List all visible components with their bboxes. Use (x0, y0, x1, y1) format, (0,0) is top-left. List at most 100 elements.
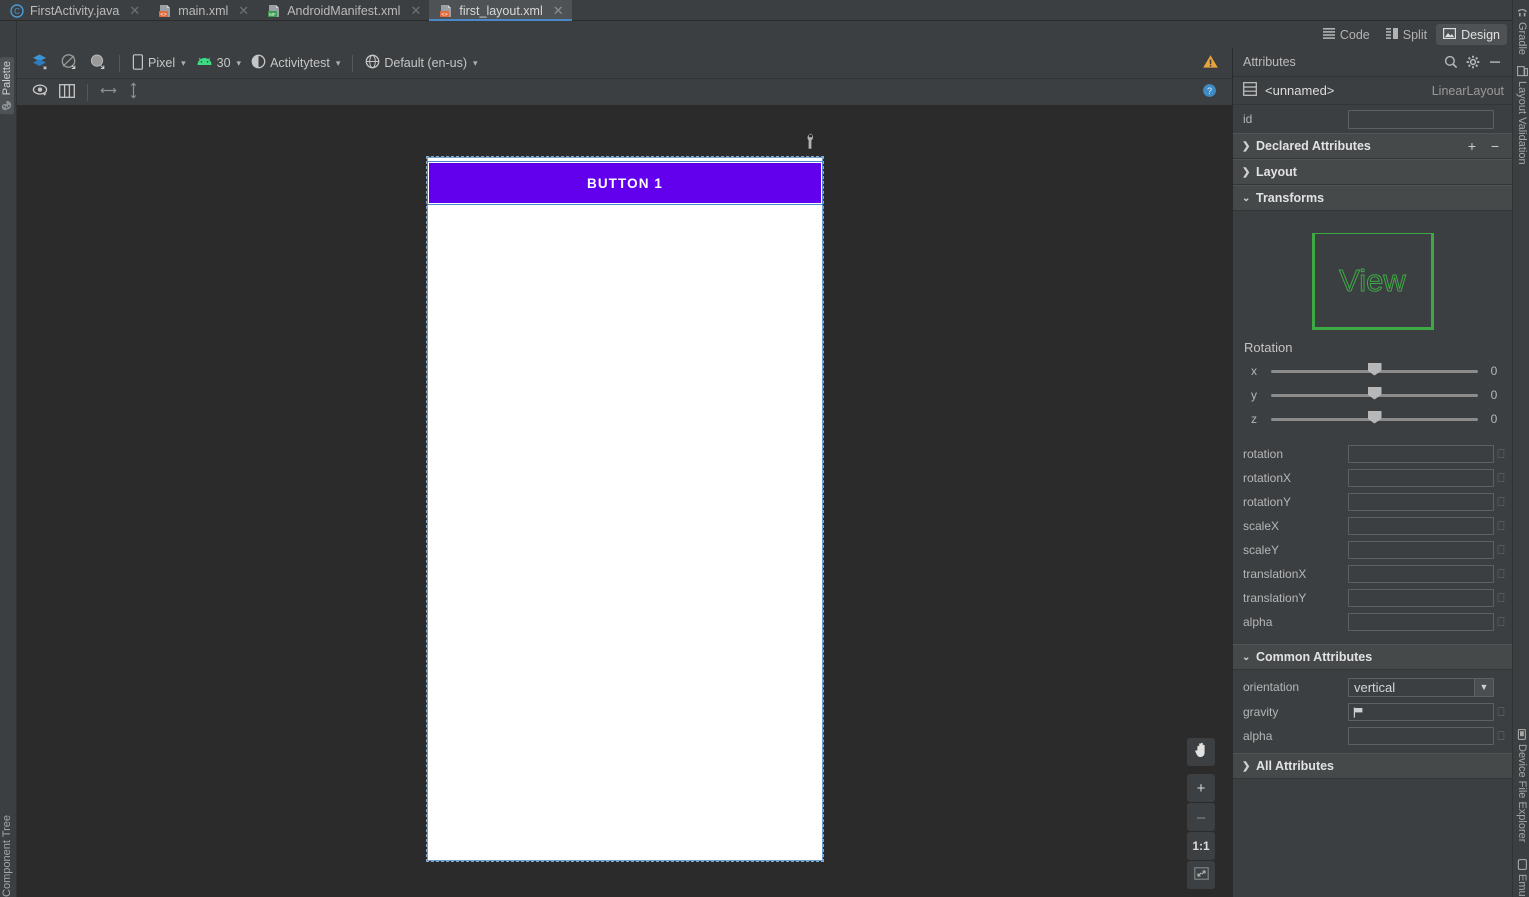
resource-picker-icon[interactable]: ⎕ (1494, 495, 1508, 510)
design-surface-mode-button[interactable] (25, 52, 54, 74)
zoom-to-fit-button[interactable] (1187, 861, 1215, 889)
fit-screen-icon (1193, 866, 1209, 884)
zoom-in-button[interactable]: + (1187, 774, 1215, 802)
sidebar-item-label: Component Tree (1, 815, 13, 897)
close-icon[interactable]: ✕ (410, 4, 421, 17)
attribute-row-translationx: translationX ⎕ (1233, 562, 1512, 586)
editor-tab-androidmanifest-xml[interactable]: MF AndroidManifest.xml ✕ (257, 0, 429, 21)
attribute-input[interactable] (1348, 493, 1494, 511)
chevron-down-icon[interactable]: ▼ (1474, 678, 1493, 696)
view-mode-split[interactable]: Split (1379, 24, 1434, 45)
resource-picker-icon[interactable]: ⎕ (1494, 471, 1508, 486)
section-transforms[interactable]: ⌄ Transforms (1233, 185, 1512, 211)
attribute-row-alpha-transform: alpha ⎕ (1233, 610, 1512, 634)
editor-tab-main-xml[interactable]: <> main.xml ✕ (148, 0, 257, 21)
attribute-input[interactable] (1348, 565, 1494, 583)
transform-preview[interactable]: View (1233, 221, 1512, 334)
section-all-attributes[interactable]: ❯ All Attributes (1233, 753, 1512, 779)
close-icon[interactable]: ✕ (129, 4, 140, 17)
wrench-icon[interactable] (803, 133, 816, 155)
resource-picker-icon[interactable]: ⎕ (1494, 543, 1508, 558)
orientation-mode-button[interactable] (54, 52, 83, 74)
slider-thumb[interactable] (1367, 410, 1382, 424)
resource-picker-icon[interactable]: ⎕ (1494, 567, 1508, 582)
editor-tab-first-layout-xml[interactable]: <> first_layout.xml ✕ (429, 0, 572, 21)
sidebar-item-component-tree[interactable]: Component Tree (0, 811, 14, 897)
attribute-input[interactable] (1348, 589, 1494, 607)
rotation-slider-x[interactable]: x 0 (1233, 359, 1512, 383)
orientation-select[interactable]: vertical ▼ (1348, 677, 1494, 697)
sidebar-item-layout-validation[interactable]: Layout Validation (1515, 62, 1529, 169)
view-options-button[interactable] (27, 81, 54, 103)
vertical-constraint-button[interactable] (122, 81, 145, 103)
zoom-controls: + – 1:1 (1187, 738, 1215, 889)
theme-selector-button[interactable] (83, 52, 112, 74)
issue-warning-button[interactable] (1197, 52, 1224, 74)
slider-track[interactable] (1271, 386, 1478, 400)
slider-track[interactable] (1271, 410, 1478, 424)
section-declared-attributes[interactable]: ❯ Declared Attributes + − (1233, 133, 1512, 159)
editor-tab-firstactivity-java[interactable]: C FirstActivity.java ✕ (0, 0, 148, 21)
attribute-label: translationX (1243, 567, 1307, 581)
attribute-row-rotationx: rotationX ⎕ (1233, 466, 1512, 490)
rotation-slider-z[interactable]: z 0 (1233, 407, 1512, 431)
sidebar-item-label: Emu (1516, 874, 1528, 897)
selected-component-name: <unnamed> (1265, 83, 1335, 98)
gravity-input[interactable] (1348, 703, 1494, 721)
alpha-input[interactable] (1348, 727, 1494, 745)
phone-icon (132, 53, 144, 73)
gear-icon[interactable] (1462, 51, 1484, 73)
axis-label: y (1251, 388, 1257, 402)
sidebar-item-device-file-explorer[interactable]: Device File Explorer (1515, 725, 1529, 846)
view-mode-design[interactable]: Design (1436, 24, 1507, 45)
close-icon[interactable]: ✕ (553, 4, 564, 17)
attribute-row-scalex: scaleX ⎕ (1233, 514, 1512, 538)
zoom-out-button[interactable]: – (1187, 803, 1215, 831)
attribute-input[interactable] (1348, 469, 1494, 487)
device-selector[interactable]: Pixel ▾ (127, 52, 191, 74)
rotation-slider-y[interactable]: y 0 (1233, 383, 1512, 407)
attribute-input[interactable] (1348, 541, 1494, 559)
attribute-input[interactable] (1348, 445, 1494, 463)
resource-picker-icon[interactable]: ⎕ (1494, 615, 1508, 630)
sidebar-item-label: Palette (1, 61, 13, 96)
actual-size-button[interactable]: 1:1 (1187, 832, 1215, 860)
section-common-attributes[interactable]: ⌄ Common Attributes (1233, 644, 1512, 670)
remove-attribute-button[interactable]: − (1486, 138, 1504, 154)
search-icon[interactable] (1440, 51, 1462, 73)
resource-picker-icon[interactable]: ⎕ (1494, 729, 1508, 744)
selected-component-row[interactable]: <unnamed> LinearLayout (1233, 77, 1512, 105)
minimize-icon[interactable] (1484, 51, 1506, 73)
help-button[interactable]: ? (1197, 81, 1222, 103)
attribute-input[interactable] (1348, 517, 1494, 535)
section-layout[interactable]: ❯ Layout (1233, 159, 1512, 185)
slider-thumb[interactable] (1367, 362, 1382, 376)
resource-picker-icon[interactable]: ⎕ (1494, 519, 1508, 534)
slider-track[interactable] (1271, 362, 1478, 376)
slider-value: 0 (1490, 388, 1498, 402)
api-level-selector[interactable]: 30 ▾ (191, 52, 246, 74)
device-preview[interactable]: BUTTON 1 (427, 157, 823, 861)
view-mode-code[interactable]: Code (1316, 24, 1377, 45)
blueprint-columns-button[interactable] (54, 81, 80, 103)
resource-picker-icon[interactable]: ⎕ (1494, 591, 1508, 606)
close-icon[interactable]: ✕ (238, 4, 249, 17)
theme-selector-dropdown[interactable]: Activitytest ▾ (246, 52, 345, 74)
attribute-label: translationY (1243, 591, 1307, 605)
resource-picker-icon[interactable]: ⎕ (1494, 705, 1508, 720)
add-attribute-button[interactable]: + (1463, 138, 1481, 154)
arrows-vertical-icon (127, 82, 140, 102)
slider-thumb[interactable] (1367, 386, 1382, 400)
id-input[interactable] (1348, 109, 1494, 129)
resource-picker-icon[interactable]: ⎕ (1494, 447, 1508, 462)
design-image-icon (1443, 27, 1457, 42)
preview-button-1[interactable]: BUTTON 1 (429, 163, 821, 203)
locale-selector[interactable]: Default (en-us) ▾ (360, 52, 482, 74)
design-surface[interactable]: BUTTON 1 + – 1:1 (17, 106, 1232, 897)
attribute-input[interactable] (1348, 613, 1494, 631)
sidebar-item-emulator[interactable]: Emu (1515, 855, 1529, 897)
sidebar-item-gradle[interactable]: Gradle (1515, 3, 1529, 59)
sidebar-item-palette[interactable]: Palette (0, 57, 14, 115)
pan-tool-button[interactable] (1187, 738, 1215, 766)
horizontal-constraint-button[interactable] (95, 81, 122, 103)
